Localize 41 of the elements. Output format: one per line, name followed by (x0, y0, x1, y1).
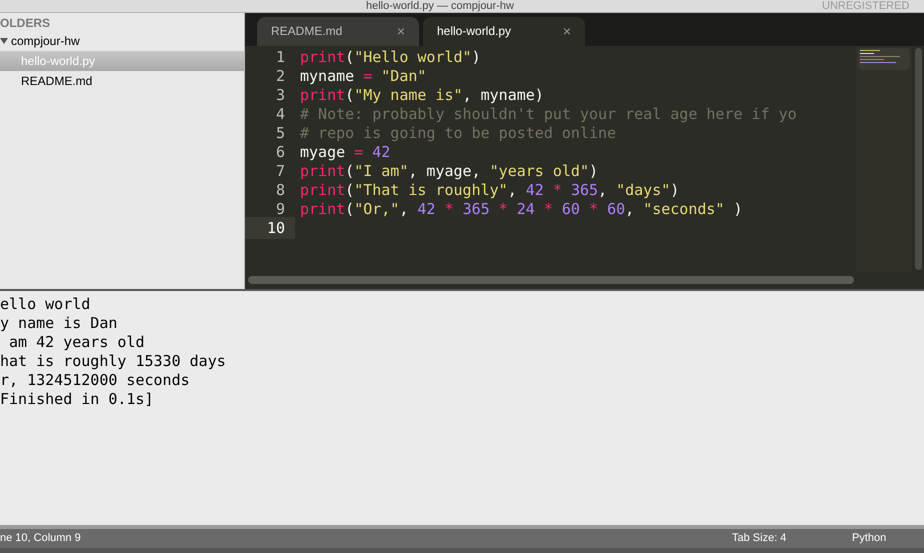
code-editor[interactable] (245, 46, 924, 272)
editor-tab[interactable]: README.md × (257, 16, 419, 46)
window-title: hello-world.py — compjour-hw (366, 0, 514, 12)
line-number: 10 (245, 216, 295, 240)
output-line: Finished in 0.1s] (0, 390, 154, 409)
line-number: 7 (274, 160, 286, 182)
output-line: y name is Dan (0, 314, 118, 333)
line-number: 2 (274, 66, 286, 87)
close-icon[interactable]: × (562, 20, 571, 42)
line-number: 6 (274, 142, 286, 163)
unregistered-label: UNREGISTERED (822, 0, 910, 12)
line-number: 3 (274, 84, 286, 106)
code-line: print("Hello world") (299, 46, 481, 68)
line-number: 5 (274, 122, 286, 144)
code-line: myname = "Dan" (299, 66, 426, 87)
output-line: am 42 years old (8, 333, 144, 352)
file-item[interactable]: README.md (0, 71, 244, 91)
cursor-position: ne 10, Column 9 (0, 531, 81, 546)
close-icon[interactable]: × (396, 20, 405, 42)
expanded-triangle-icon[interactable] (0, 37, 8, 45)
output-line: ello world (0, 295, 90, 314)
code-line: print("Or,", 42 * 365 * 24 * 60 * 60, "seconds" ) (299, 198, 743, 220)
code-line: myage = 42 (299, 142, 390, 163)
code-line: print("My name is", myname) (299, 84, 544, 106)
minimap-preview-drawing (858, 48, 910, 70)
syntax-setting[interactable]: Python (852, 530, 886, 547)
code-line: print("That is roughly", 42 * 365, "days") (299, 180, 680, 201)
horizontal-scrollbar[interactable] (248, 276, 854, 284)
code-line: # Note: probably shouldn't put your real age here if yo (299, 104, 797, 125)
editor-tab[interactable]: hello-world.py × (423, 16, 585, 46)
line-number: 1 (274, 46, 286, 68)
sidebar-header: OLDERS (0, 15, 50, 31)
code-line: print("I am", myage, "years old") (299, 160, 598, 182)
line-number: 4 (274, 104, 286, 125)
output-line: r, 1324512000 seconds (0, 371, 190, 390)
vertical-scrollbar[interactable] (912, 46, 924, 272)
tab-size-setting[interactable]: Tab Size: 4 (732, 530, 786, 547)
line-number: 8 (274, 180, 286, 201)
output-line: hat is roughly 15330 days (0, 352, 226, 371)
folder-name[interactable]: compjour-hw (11, 32, 80, 50)
code-line: # repo is going to be posted online (299, 122, 616, 144)
